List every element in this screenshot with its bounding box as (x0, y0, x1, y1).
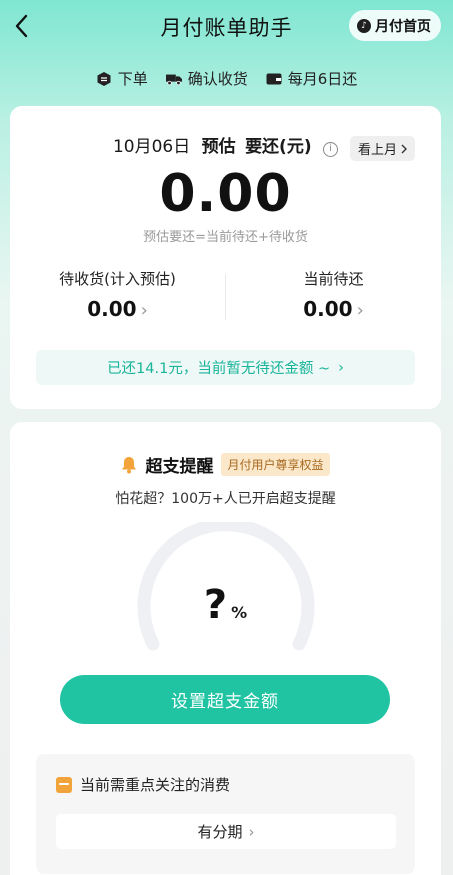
chevron-right-icon (401, 144, 407, 153)
step-label: 下单 (117, 70, 148, 88)
info-icon[interactable]: i (323, 142, 339, 157)
set-overspend-amount-button[interactable]: 设置超支金额 (60, 675, 390, 724)
installment-label: 有分期 (197, 823, 243, 841)
chevron-right-icon: › (356, 300, 364, 321)
overspend-title: 超支提醒 (145, 457, 214, 477)
repaid-notice-bar[interactable]: 已还14.1元，当前暂无待还金额 ~ › (36, 350, 415, 385)
home-button-label: 月付首页 (375, 18, 431, 35)
bill-card: 10月06日 预估 要还(元) i 看上月 0.00 预估要还=当前待还+待收货… (10, 106, 441, 409)
step-monthly-repay: 每月6日还 (266, 68, 358, 89)
overspend-alert-card: 超支提醒 月付用户尊享权益 怕花超？100万+人已开启超支提醒 ?% 设置超支金… (10, 422, 441, 875)
step-label: 每月6日还 (287, 70, 358, 88)
overspend-header: 超支提醒 月付用户尊享权益 (10, 452, 441, 477)
estimated-amount: 0.00 (159, 164, 292, 224)
overspend-subtitle: 怕花超？100万+人已开启超支提醒 (115, 491, 336, 507)
gauge-value: ? (203, 582, 228, 628)
truck-icon (165, 71, 182, 87)
installment-item[interactable]: 有分期 › (56, 814, 396, 849)
chevron-right-icon: › (140, 300, 148, 321)
last-month-label: 看上月 (357, 143, 397, 158)
gauge-unit: % (231, 603, 248, 622)
current-due-label: 当前待还 (303, 270, 364, 288)
pending-receipt-column[interactable]: 待收货(计入预估) 0.00 › (10, 268, 225, 321)
tiktok-logo-icon: ♪ (357, 18, 371, 33)
pending-receipt-label: 待收货(计入预估) (59, 270, 176, 288)
due-label: 要还(元) (245, 137, 312, 157)
current-due-column[interactable]: 当前待还 0.00 › (226, 268, 441, 321)
due-date: 10月06日 (112, 137, 191, 157)
view-last-month-button[interactable]: 看上月 (349, 136, 415, 161)
repayment-steps: 下单 确认收货 每月6日还 (0, 68, 453, 89)
home-button[interactable]: ♪ 月付首页 (349, 10, 441, 41)
pending-receipt-value: 0.00 (87, 297, 137, 321)
focus-title: 当前需重点关注的消费 (80, 776, 231, 794)
step-order: 下单 (96, 68, 148, 89)
order-icon (96, 71, 112, 87)
repaid-notice-text: 已还14.1元，当前暂无待还金额 ~ (107, 361, 331, 377)
amount-formula: 预估要还=当前待还+待收货 (143, 230, 308, 245)
box-icon (56, 776, 72, 793)
focus-header: 当前需重点关注的消费 (56, 774, 230, 795)
member-benefit-badge: 月付用户尊享权益 (221, 453, 330, 476)
current-due-value: 0.00 (303, 297, 353, 321)
chevron-right-icon: › (248, 822, 255, 841)
top-nav-bar: 月付账单助手 ♪ 月付首页 (0, 0, 453, 52)
estimate-label: 预估 (201, 137, 236, 157)
chevron-right-icon: › (338, 359, 344, 376)
bell-icon (122, 456, 137, 473)
amount-split: 待收货(计入预估) 0.00 › 当前待还 0.00 › (10, 268, 441, 328)
step-confirm-receipt: 确认收货 (165, 68, 248, 89)
gauge-readout: ?% (10, 582, 441, 628)
wallet-icon (266, 71, 282, 87)
focus-spending-panel: 当前需重点关注的消费 有分期 › (36, 754, 415, 874)
step-label: 确认收货 (187, 70, 248, 88)
